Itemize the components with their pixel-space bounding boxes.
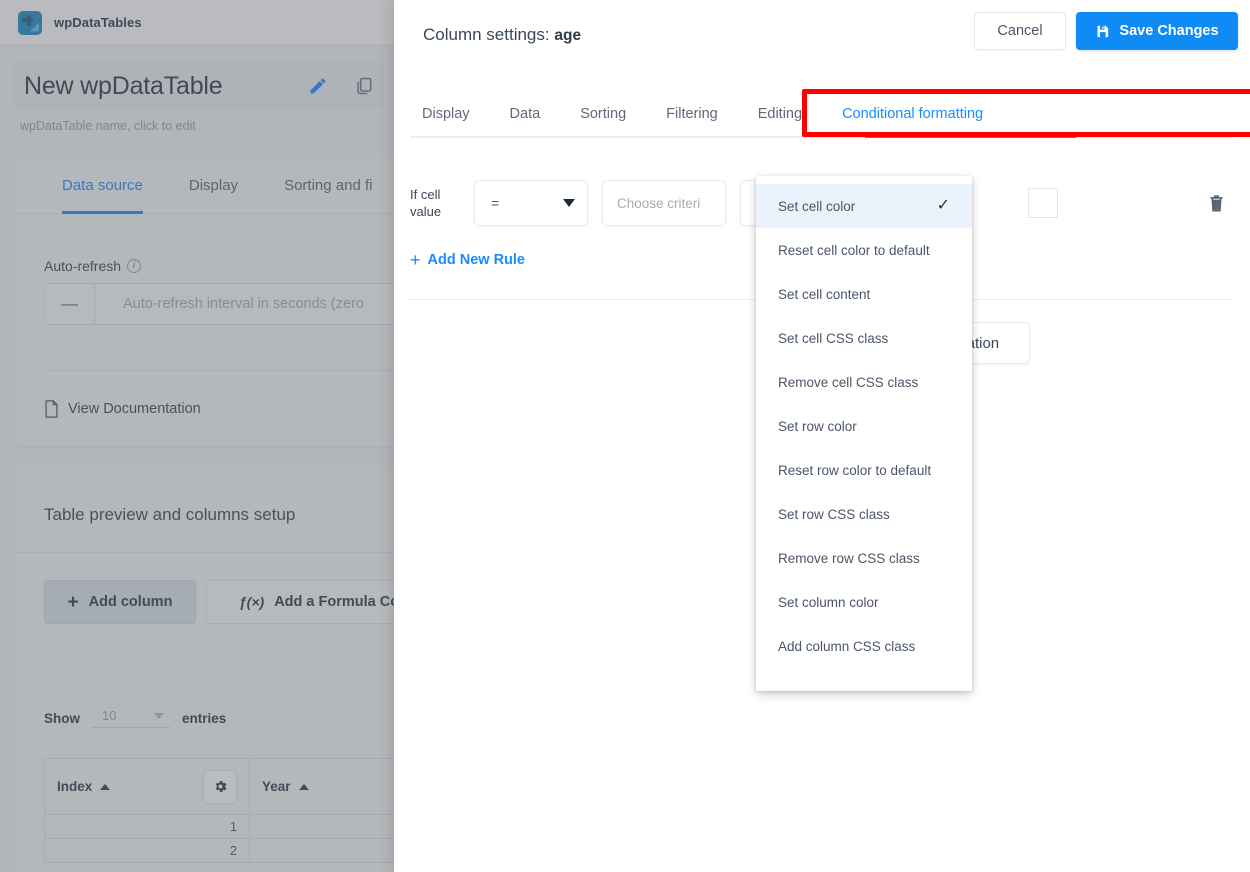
dropdown-item-label: Set cell CSS class [778,330,889,346]
dropdown-item-label: Set row color [778,418,857,434]
criteria-input[interactable]: Choose criteri [602,180,726,226]
dropdown-item-label: Remove cell CSS class [778,374,919,390]
dropdown-item-set-cell-content[interactable]: Set cell content [756,272,972,316]
dropdown-item-label: Set cell color [778,198,856,214]
dropdown-item-set-cell-color[interactable]: Set cell color ✓ [756,184,972,228]
modal-tabs: Display Data Sorting Filtering Editing C… [410,92,1023,136]
dropdown-item-remove-row-css-class[interactable]: Remove row CSS class [756,536,972,580]
header-cancel-button[interactable]: Cancel [974,12,1066,50]
screenshot-root: wpDataTables New wpDataTable wpDataTable… [0,0,1250,872]
dropdown-item-set-cell-css-class[interactable]: Set cell CSS class [756,316,972,360]
caret-down-icon [563,199,575,207]
operator-value: = [491,195,500,211]
tab-display[interactable]: Display [422,92,470,136]
criteria-placeholder: Choose criteri [617,195,701,211]
tab-sorting[interactable]: Sorting [580,92,626,136]
tab-data[interactable]: Data [510,92,541,136]
dropdown-item-remove-cell-css-class[interactable]: Remove cell CSS class [756,360,972,404]
modal-title: Column settings: age [423,25,581,45]
trash-icon[interactable] [1208,193,1225,213]
dropdown-item-label: Reset row color to default [778,462,932,478]
add-new-rule-button[interactable]: + Add New Rule [410,251,525,269]
tab-editing[interactable]: Editing [758,92,802,136]
dropdown-item-label: Reset cell color to default [778,242,930,258]
if-label-line2: value [410,204,442,219]
rule-color-swatch[interactable] [1028,188,1058,218]
dropdown-item-label: Add column CSS class [778,638,916,654]
tab-conditional-formatting[interactable]: Conditional formatting [842,92,983,136]
check-icon: ✓ [936,197,950,214]
tab-filtering[interactable]: Filtering [666,92,718,136]
dropdown-item-set-row-css-class[interactable]: Set row CSS class [756,492,972,536]
dropdown-item-label: Remove row CSS class [778,550,920,566]
active-tab-indicator [865,135,1076,138]
header-save-label: Save Changes [1119,23,1219,39]
header-save-changes-button[interactable]: Save Changes [1076,12,1238,50]
dropdown-item-reset-cell-color-to-default[interactable]: Reset cell color to default [756,228,972,272]
dropdown-item-label: Set cell content [778,286,871,302]
modal-header: Column settings: age Cancel Save Changes [394,0,1250,72]
operator-select[interactable]: = [474,180,588,226]
dropdown-item-reset-row-color-to-default[interactable]: Reset row color to default [756,448,972,492]
if-label-line1: If cell [410,187,441,202]
dropdown-item-label: Set column color [778,594,879,610]
dropdown-item-label: Set row CSS class [778,506,890,522]
action-dropdown-menu: Set cell color ✓ Reset cell color to def… [756,176,972,691]
add-new-rule-label: Add New Rule [427,252,525,268]
dropdown-item-add-column-css-class[interactable]: Add column CSS class [756,624,972,668]
modal-title-prefix: Column settings: [423,25,550,44]
if-cell-value-label: If cell value [410,186,474,220]
floppy-disk-icon [1097,25,1109,37]
plus-icon: + [410,250,421,270]
dropdown-item-set-row-color[interactable]: Set row color [756,404,972,448]
tabs-underline [410,136,1234,138]
dropdown-item-set-column-color[interactable]: Set column color [756,580,972,624]
modal-title-column: age [554,27,582,44]
